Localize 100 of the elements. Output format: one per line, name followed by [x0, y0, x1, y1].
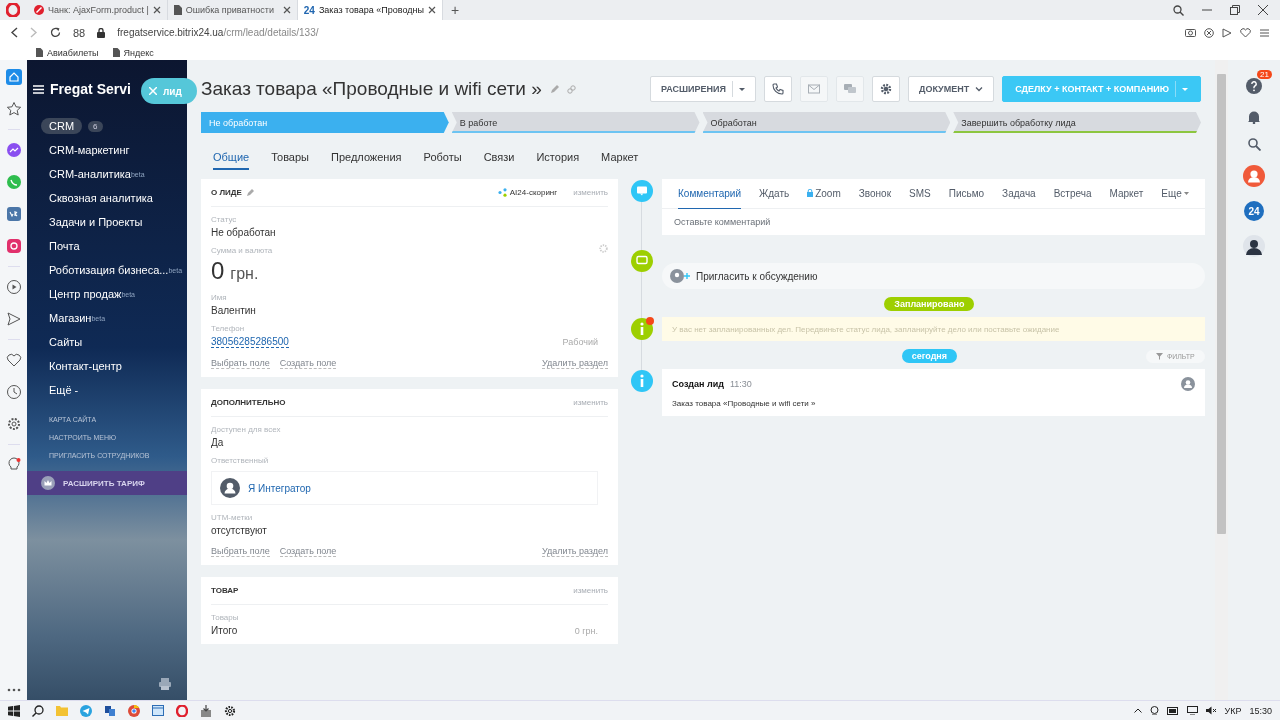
phone-button[interactable] — [763, 76, 792, 102]
activity-tab[interactable]: Маркет — [1109, 178, 1144, 209]
user-link[interactable]: Я Интегратор — [248, 482, 311, 494]
stage-step[interactable]: В работе — [451, 112, 700, 133]
menu-icon[interactable] — [33, 84, 44, 94]
bitrix-counter-button[interactable]: 24 — [1244, 201, 1264, 221]
extensions-button[interactable]: РАСШИРЕНИЯ — [650, 76, 756, 102]
speaker-muted-icon[interactable] — [1205, 706, 1217, 715]
opera-icon[interactable] — [176, 704, 188, 717]
clock-icon[interactable] — [5, 384, 22, 400]
stage-step[interactable]: Завершить обработку лида — [953, 112, 1201, 133]
menu-item[interactable]: CRM — [41, 118, 83, 134]
menu-item[interactable]: CRM-аналитика$^{beta}$ — [41, 162, 187, 186]
menu-item[interactable]: Ещё - — [41, 378, 187, 402]
menu-item[interactable]: Магазин$^{beta}$ — [41, 306, 187, 330]
settings-icon[interactable] — [5, 416, 22, 432]
camera-icon[interactable] — [1185, 27, 1196, 37]
section-tab[interactable]: Общие — [213, 151, 250, 170]
menu-item[interactable]: Роботизация бизнеса...$^{beta}$ — [41, 258, 187, 282]
send-icon[interactable] — [5, 311, 22, 327]
new-tab-button[interactable]: + — [442, 0, 468, 20]
close-icon[interactable] — [427, 6, 436, 14]
bookmark[interactable]: Яндекс — [112, 47, 154, 58]
reload-icon[interactable] — [50, 27, 61, 38]
bell-icon[interactable] — [1247, 110, 1261, 124]
activity-tab[interactable]: Встреча — [1053, 178, 1092, 209]
upgrade-button[interactable]: РАСШИРИТЬ ТАРИФ — [27, 471, 187, 495]
search-icon[interactable] — [1173, 4, 1184, 16]
scrollbar[interactable] — [1217, 74, 1226, 534]
browser-tab[interactable]: 24 Заказ товара «Проводны — [297, 0, 443, 20]
printer-icon[interactable] — [159, 678, 171, 690]
messenger-icon[interactable] — [5, 142, 22, 158]
back-icon[interactable] — [10, 27, 18, 38]
clock-time[interactable]: 15:30 — [1249, 705, 1272, 716]
search-icon[interactable] — [32, 704, 44, 717]
search-icon[interactable] — [1247, 138, 1261, 151]
document-button[interactable]: ДОКУМЕНТ — [907, 76, 995, 102]
activity-tab[interactable]: Задача — [1002, 178, 1036, 209]
help-icon[interactable] — [1246, 78, 1262, 94]
paper-plane-icon[interactable] — [80, 704, 92, 717]
bulb-icon[interactable] — [5, 457, 22, 473]
window-icon[interactable] — [152, 705, 164, 716]
browser-icon[interactable] — [128, 704, 140, 717]
more-icon[interactable] — [6, 688, 21, 692]
activity-tab[interactable]: Zoom — [807, 178, 841, 209]
comment-field[interactable]: Оставьте комментарий — [662, 209, 1205, 235]
menu-item[interactable]: Почта — [41, 234, 187, 258]
heart-icon[interactable] — [5, 352, 22, 368]
section-tab[interactable]: Товары — [271, 151, 309, 170]
invite-button[interactable]: Пригласить к обсуждению — [662, 263, 1205, 289]
network-icon[interactable] — [1186, 706, 1198, 715]
stage-step[interactable]: Обработан — [702, 112, 951, 133]
field-action-link[interactable]: Создать поле — [279, 358, 337, 369]
section-tab[interactable]: Роботы — [423, 151, 462, 170]
field-action-link[interactable]: Создать поле — [279, 546, 337, 557]
section-tab[interactable]: Связи — [483, 151, 515, 170]
chevron-up-icon[interactable] — [1133, 708, 1142, 713]
star-icon[interactable] — [5, 101, 22, 117]
play-icon[interactable] — [5, 279, 22, 295]
field-action-link[interactable]: Выбрать поле — [211, 546, 270, 557]
phone-link[interactable]: 38056285286500 — [211, 336, 289, 348]
section-tab[interactable]: Предложения — [331, 151, 402, 170]
menu-item[interactable]: Задачи и Проекты — [41, 210, 187, 234]
address-field[interactable]: fregatservice.bitrix24.ua/crm/lead/details/133/ — [117, 27, 319, 38]
menu-item[interactable]: CRM-маркетинг — [41, 138, 187, 162]
menu-item[interactable]: Центр продаж$^{beta}$ — [41, 282, 187, 306]
windows-start-icon[interactable] — [8, 704, 20, 717]
menu-item[interactable]: Сквозная аналитика — [41, 186, 187, 210]
close-icon[interactable] — [1258, 5, 1268, 15]
keyboard-language[interactable]: УКР — [1224, 705, 1242, 716]
activity-tab[interactable]: Ждать — [759, 178, 790, 209]
close-icon[interactable] — [282, 6, 291, 14]
restore-icon[interactable] — [1230, 5, 1240, 15]
scoring-button[interactable]: AI24-скоринг — [497, 188, 558, 197]
activity-tab[interactable]: Комментарий — [678, 178, 741, 209]
field-action-link[interactable]: Выбрать поле — [211, 358, 270, 369]
activity-tab[interactable]: Звонок — [858, 178, 891, 209]
delete-section-link[interactable]: Удалить раздел — [542, 358, 608, 369]
webcam-icon[interactable] — [1149, 706, 1159, 715]
installer-icon[interactable] — [200, 704, 212, 717]
battery-icon[interactable] — [1166, 706, 1179, 715]
play-icon[interactable] — [1222, 27, 1232, 38]
delete-section-link[interactable]: Удалить раздел — [542, 546, 608, 557]
bookmark[interactable]: Авиабилеты — [36, 47, 99, 58]
close-icon[interactable] — [152, 6, 161, 14]
speed-dial-button[interactable]: 88 — [73, 26, 86, 39]
settings-button[interactable] — [871, 76, 900, 102]
section-tab[interactable]: История — [536, 151, 580, 170]
settings-icon[interactable] — [224, 704, 236, 717]
more-menu[interactable]: Еще — [1161, 188, 1189, 199]
menu-item[interactable]: Контакт-центр — [41, 354, 187, 378]
vk-icon[interactable] — [5, 206, 22, 222]
home-icon[interactable] — [5, 69, 22, 85]
user-avatar-icon[interactable] — [1243, 235, 1265, 257]
activity-tab[interactable]: Письмо — [948, 178, 985, 209]
camera-icon[interactable] — [5, 238, 22, 254]
activity-tab[interactable]: SMS — [909, 178, 931, 209]
section-tab[interactable]: Маркет — [601, 151, 639, 170]
menu-item[interactable]: Сайты — [41, 330, 187, 354]
heart-icon[interactable] — [1240, 27, 1251, 38]
